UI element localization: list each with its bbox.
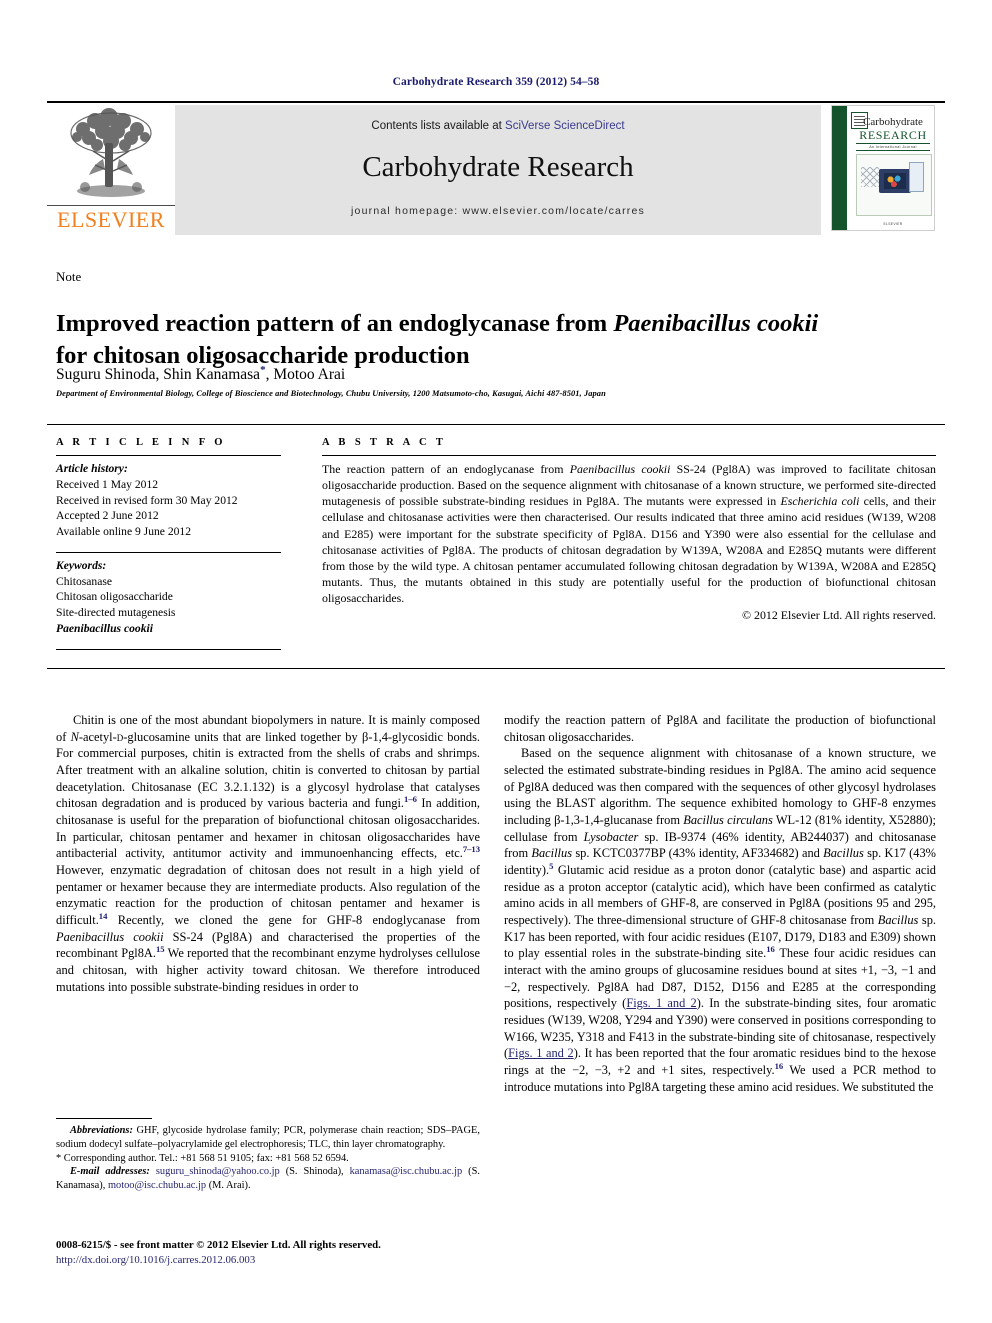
cover-green-stripe xyxy=(832,106,847,230)
article-history-label: Article history: xyxy=(56,462,128,475)
article-info-divider xyxy=(56,455,281,456)
email-label: E-mail addresses: xyxy=(70,1166,150,1178)
br-it-1: Bacillus circulans xyxy=(683,813,773,828)
email3-owner: (M. Arai). xyxy=(206,1180,251,1192)
email-link[interactable]: motoo@isc.chubu.ac.jp xyxy=(108,1180,206,1191)
elsevier-logo: ELSEVIER xyxy=(47,105,175,235)
keyword-item: Chitosanase xyxy=(56,574,113,588)
abstract-heading: A B S T R A C T xyxy=(322,437,447,448)
footnote-block: Abbreviations: GHF, glycoside hydrolase … xyxy=(56,1124,480,1193)
cover-artwork xyxy=(856,154,932,216)
page-title: Improved reaction pattern of an endoglyc… xyxy=(56,308,936,371)
cover-subtitle: An International Journal xyxy=(856,143,930,151)
abstract-species-1: Paenibacillus cookii xyxy=(569,462,671,476)
keyword-item-species: Paenibacillus cookii xyxy=(56,621,153,635)
bl-6: Recently, we cloned the gene for GHF-8 e… xyxy=(107,913,480,928)
bl-2: -acetyl- xyxy=(78,729,117,744)
authors-main: Suguru Shinoda, Shin Kanamasa xyxy=(56,366,261,384)
footnote-rule xyxy=(56,1118,152,1119)
cover-title-line2: RESEARCH xyxy=(859,128,927,142)
keywords-block: Keywords: Chitosanase Chitosan oligosacc… xyxy=(56,558,281,637)
bl-it-species: Paenibacillus cookii xyxy=(56,929,164,944)
br-4: sp. KCTC0377BP (43% identity, AF334682) … xyxy=(572,846,824,861)
masthead-grey-panel: Contents lists available at SciVerse Sci… xyxy=(175,105,821,235)
reference-marker[interactable]: 15 xyxy=(156,944,165,954)
journal-title: Carbohydrate Research xyxy=(362,151,634,183)
abstract-column: A B S T R A C T The reaction pattern of … xyxy=(322,437,936,623)
running-head: Carbohydrate Research 359 (2012) 54–58 xyxy=(392,76,600,88)
issn-line: 0008-6215/$ - see front matter © 2012 El… xyxy=(56,1239,381,1251)
doi-link[interactable]: http://dx.doi.org/10.1016/j.carres.2012.… xyxy=(56,1253,486,1268)
reference-marker[interactable]: 16 xyxy=(775,1061,784,1071)
reference-marker[interactable]: 1–6 xyxy=(404,794,417,804)
info-band-top-rule xyxy=(47,424,945,425)
history-item: Received in revised form 30 May 2012 xyxy=(56,493,238,507)
history-item: Received 1 May 2012 xyxy=(56,477,159,491)
reference-marker[interactable]: 16 xyxy=(766,944,775,954)
title-species: Paenibacillus cookii xyxy=(613,310,819,338)
info-band-bottom-rule xyxy=(47,668,945,669)
keyword-item: Site-directed mutagenesis xyxy=(56,606,176,620)
abbreviations-note: Abbreviations: GHF, glycoside hydrolase … xyxy=(56,1124,480,1152)
author-list: Suguru Shinoda, Shin Kanamasa*, Motoo Ar… xyxy=(56,364,936,384)
cover-molecule-graphic xyxy=(861,167,879,187)
abstract-seg-3: cells, and their cellulase and chitosana… xyxy=(322,494,936,605)
abstract-seg-1: The reaction pattern of an endoglycanase… xyxy=(322,462,570,476)
abstract-text: The reaction pattern of an endoglycanase… xyxy=(322,461,936,606)
article-info-heading: A R T I C L E I N F O xyxy=(56,437,226,448)
issn-copyright-block: 0008-6215/$ - see front matter © 2012 El… xyxy=(56,1238,486,1268)
bl-it-N: N xyxy=(70,729,79,744)
cover-beaker-graphic xyxy=(909,162,924,192)
br-it-4: Bacillus xyxy=(823,846,864,861)
body-paragraph: modify the reaction pattern of Pgl8A and… xyxy=(504,712,936,745)
figure-link[interactable]: Figs. 1 and 2 xyxy=(508,1046,574,1060)
cover-tablet-graphic xyxy=(879,169,911,193)
keywords-bottom-divider xyxy=(56,648,281,650)
elsevier-tree-icon xyxy=(70,108,152,197)
corresponding-author-note: * Corresponding author. Tel.: +81 568 51… xyxy=(56,1152,349,1164)
cover-footer-wordmark: ELSEVIER xyxy=(883,222,903,226)
affiliation: Department of Environmental Biology, Col… xyxy=(56,389,606,398)
figure-link[interactable]: Figs. 1 and 2 xyxy=(626,996,696,1010)
article-type-label: Note xyxy=(56,269,82,284)
article-history-block: Article history: Received 1 May 2012 Rec… xyxy=(56,461,281,540)
elsevier-wordmark: ELSEVIER xyxy=(47,205,175,233)
email-note: E-mail addresses: suguru_shinoda@yahoo.c… xyxy=(56,1165,480,1193)
title-part-1: Improved reaction pattern of an endoglyc… xyxy=(56,310,614,338)
article-info-column: A R T I C L E I N F O Article history: R… xyxy=(56,437,281,655)
br-6: Glutamic acid residue as a proton donor … xyxy=(504,863,936,928)
keywords-divider xyxy=(56,551,281,553)
abstract-copyright: © 2012 Elsevier Ltd. All rights reserved… xyxy=(742,608,936,623)
sciencedirect-link[interactable]: SciVerse ScienceDirect xyxy=(505,120,625,132)
br-0: modify the reaction pattern of Pgl8A and… xyxy=(504,713,936,744)
abstract-divider xyxy=(322,455,936,456)
contents-lists-line: Contents lists available at SciVerse Sci… xyxy=(175,120,821,132)
journal-masthead: ELSEVIER Contents lists available at Sci… xyxy=(47,101,945,235)
abbreviations-label: Abbreviations: xyxy=(70,1125,133,1136)
history-item: Accepted 2 June 2012 xyxy=(56,509,159,523)
br-it-2: Lysobacter xyxy=(583,829,639,844)
abstract-species-2: Escherichia coli xyxy=(780,494,860,509)
body-column-right: modify the reaction pattern of Pgl8A and… xyxy=(504,712,936,1095)
br-it-3: Bacillus xyxy=(531,846,573,861)
keyword-item: Chitosan oligosaccharide xyxy=(56,590,173,604)
reference-marker[interactable]: 7–13 xyxy=(463,844,480,854)
body-paragraph: Based on the sequence alignment with chi… xyxy=(504,745,936,1095)
email1-owner: (S. Shinoda), xyxy=(279,1166,350,1178)
body-column-left: Chitin is one of the most abundant biopo… xyxy=(56,712,480,995)
authors-rest: , Motoo Arai xyxy=(265,366,346,384)
body-paragraph: Chitin is one of the most abundant biopo… xyxy=(56,712,480,995)
journal-homepage[interactable]: journal homepage: www.elsevier.com/locat… xyxy=(175,205,821,217)
br-it-5: Bacillus xyxy=(877,913,919,928)
email-link[interactable]: kanamasa@isc.chubu.ac.jp xyxy=(350,1166,463,1177)
contents-prefix: Contents lists available at xyxy=(371,120,506,132)
info-spacer-2 xyxy=(56,637,281,649)
email-link[interactable]: suguru_shinoda@yahoo.co.jp xyxy=(156,1166,280,1177)
journal-cover-thumbnail[interactable]: Carbohydrate RESEARCH An International J… xyxy=(821,105,945,235)
cover-title-line1: Carbohydrate xyxy=(863,116,923,128)
journal-article-page: Carbohydrate Research 359 (2012) 54–58 E… xyxy=(0,0,992,1323)
keywords-label: Keywords: xyxy=(56,558,107,572)
history-item: Available online 9 June 2012 xyxy=(56,525,192,539)
